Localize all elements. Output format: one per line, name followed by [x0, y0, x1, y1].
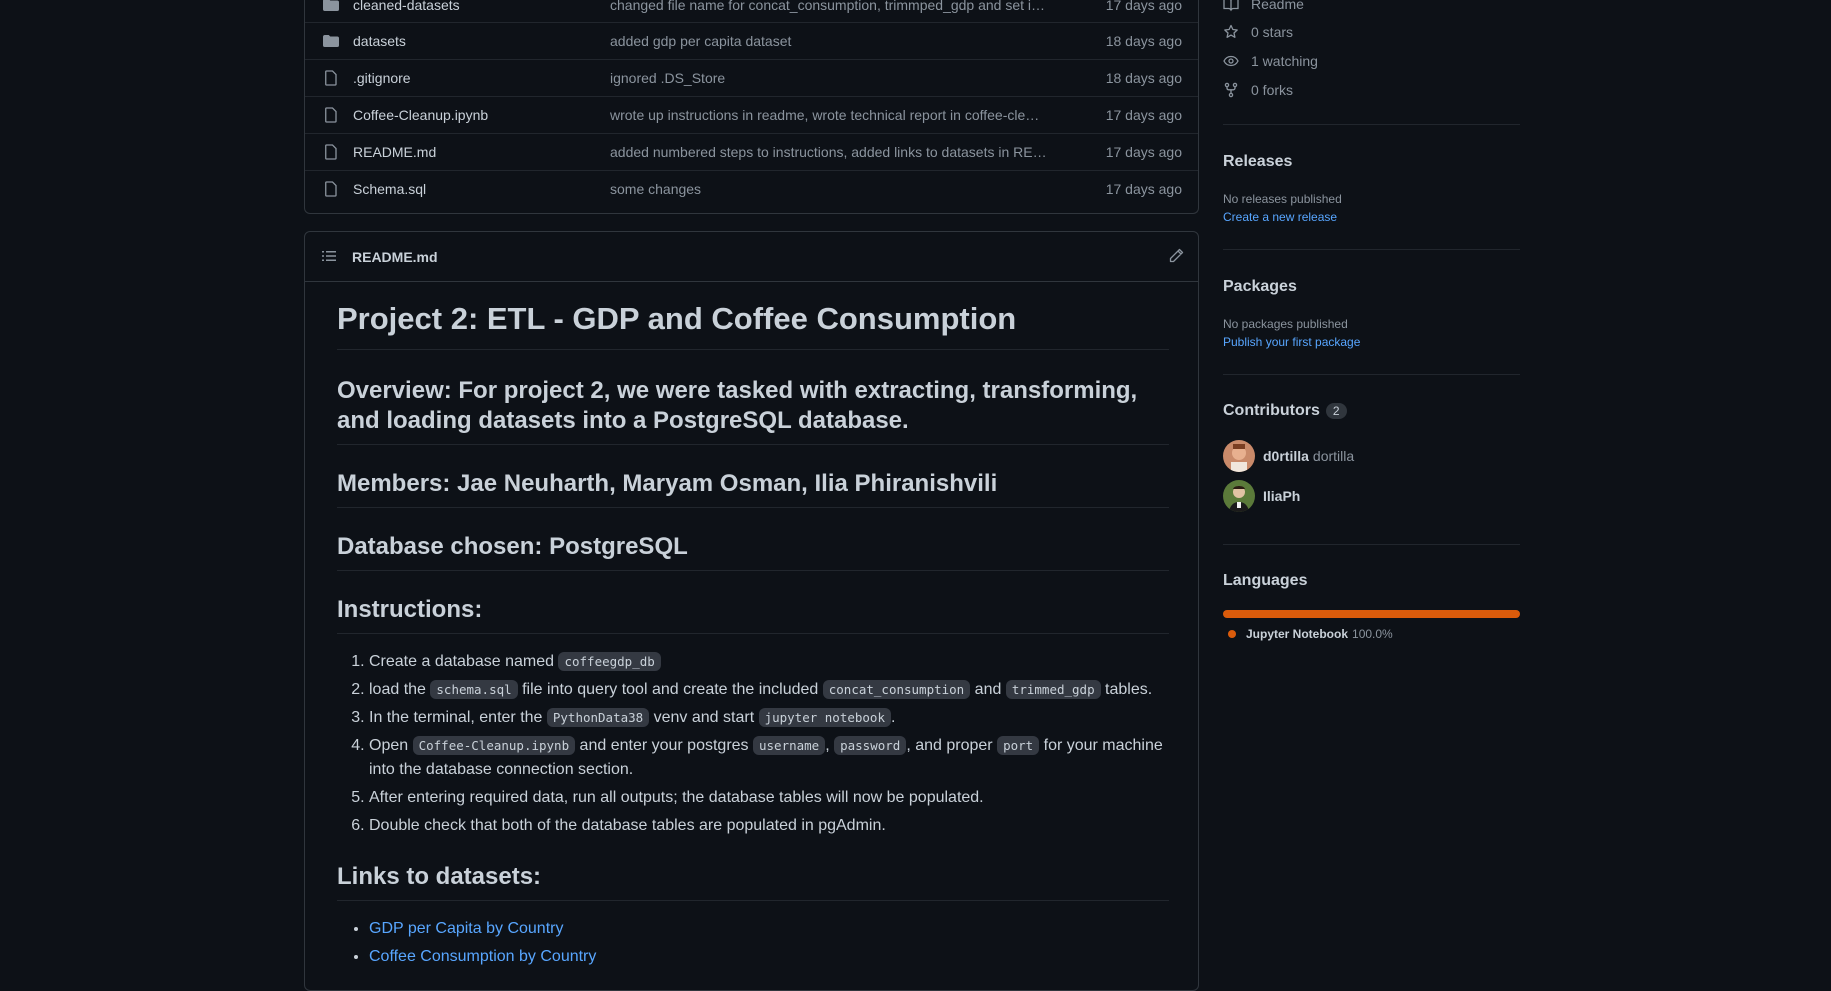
file-row[interactable]: README.md added numbered steps to instru… — [305, 133, 1198, 170]
star-icon — [1223, 24, 1239, 40]
file-icon — [322, 180, 340, 198]
folder-icon — [322, 32, 340, 50]
divider — [1223, 124, 1520, 125]
language-item[interactable]: Jupyter Notebook 100.0% — [1228, 627, 1393, 641]
folder-icon — [322, 0, 340, 14]
readme-content: Project 2: ETL - GDP and Coffee Consumpt… — [337, 282, 1169, 969]
file-row[interactable]: Schema.sql some changes 17 days ago — [305, 170, 1198, 207]
inline-code: Coffee-Cleanup.ipynb — [412, 735, 576, 755]
links-heading: Links to datasets: — [337, 838, 1169, 901]
list-icon[interactable] — [321, 248, 337, 269]
languages-heading: Languages — [1223, 572, 1308, 589]
links-list: GDP per Capita by Country Coffee Consump… — [337, 917, 1169, 969]
commit-message-link[interactable]: added gdp per capita dataset — [610, 33, 1050, 49]
inline-code: jupyter notebook — [758, 707, 891, 727]
stars-link[interactable]: 0 stars — [1223, 24, 1293, 40]
file-name-link[interactable]: Schema.sql — [353, 181, 426, 197]
file-row[interactable]: .gitignore ignored .DS_Store 18 days ago — [305, 59, 1198, 96]
inline-code: username — [753, 735, 826, 755]
packages-heading[interactable]: Packages — [1223, 278, 1297, 296]
file-row[interactable]: cleaned-datasets changed file name for c… — [305, 0, 1198, 22]
readme-filename[interactable]: README.md — [352, 249, 438, 265]
file-icon — [322, 143, 340, 161]
commit-message-link[interactable]: wrote up instructions in readme, wrote t… — [610, 107, 1050, 123]
instructions-heading: Instructions: — [337, 571, 1169, 634]
eye-icon — [1223, 53, 1239, 69]
file-name-link[interactable]: README.md — [353, 144, 436, 160]
file-name-link[interactable]: .gitignore — [353, 70, 411, 86]
inline-code: schema.sql — [430, 679, 518, 699]
dataset-link[interactable]: Coffee Consumption by Country — [369, 948, 596, 965]
file-list: cleaned-datasets changed file name for c… — [304, 0, 1199, 214]
fork-icon — [1223, 82, 1239, 98]
list-item: GDP per Capita by Country — [369, 917, 1169, 941]
file-name-link[interactable]: cleaned-datasets — [353, 0, 460, 13]
inline-code: PythonData38 — [546, 707, 650, 727]
list-item: Double check that both of the database t… — [369, 814, 1169, 838]
file-row[interactable]: datasets added gdp per capita dataset 18… — [305, 22, 1198, 59]
commit-age: 18 days ago — [1105, 33, 1182, 49]
list-item: load the schema.sql file into query tool… — [369, 678, 1169, 702]
file-name-link[interactable]: datasets — [353, 33, 406, 49]
pencil-icon[interactable] — [1168, 248, 1184, 269]
commit-age: 17 days ago — [1105, 107, 1182, 123]
contributor[interactable]: d0rtilla dortilla — [1223, 440, 1354, 472]
create-release-link[interactable]: Create a new release — [1223, 210, 1337, 224]
divider — [1223, 374, 1520, 375]
inline-code: port — [997, 735, 1040, 755]
avatar — [1223, 440, 1255, 472]
inline-code: coffeegdp_db — [558, 651, 661, 671]
language-bar — [1223, 610, 1520, 618]
contributors-heading[interactable]: Contributors 2 — [1223, 402, 1347, 420]
overview-heading: Overview: For project 2, we were tasked … — [337, 350, 1169, 445]
database-heading: Database chosen: PostgreSQL — [337, 508, 1169, 571]
list-item: Create a database named coffeegdp_db — [369, 650, 1169, 674]
forks-link[interactable]: 0 forks — [1223, 82, 1293, 98]
watchers-link[interactable]: 1 watching — [1223, 53, 1318, 69]
commit-message-link[interactable]: some changes — [610, 181, 1050, 197]
commit-message-link[interactable]: changed file name for concat_consumption… — [610, 0, 1050, 13]
publish-package-link[interactable]: Publish your first package — [1223, 335, 1360, 349]
inline-code: password — [834, 735, 907, 755]
releases-heading[interactable]: Releases — [1223, 153, 1292, 171]
readme-panel: README.md Project 2: ETL - GDP and Coffe… — [304, 231, 1199, 991]
contributors-count-badge: 2 — [1325, 402, 1347, 419]
list-item: In the terminal, enter the PythonData38 … — [369, 706, 1169, 730]
releases-empty-text: No releases published — [1223, 192, 1342, 206]
commit-age: 17 days ago — [1105, 0, 1182, 13]
divider — [1223, 249, 1520, 250]
avatar — [1223, 480, 1255, 512]
instructions-list: Create a database named coffeegdp_db loa… — [337, 650, 1169, 838]
divider — [1223, 544, 1520, 545]
file-icon — [322, 69, 340, 87]
readme-link[interactable]: Readme — [1223, 0, 1304, 12]
commit-message-link[interactable]: added numbered steps to instructions, ad… — [610, 144, 1050, 160]
readme-title: Project 2: ETL - GDP and Coffee Consumpt… — [337, 282, 1169, 350]
list-item: After entering required data, run all ou… — [369, 786, 1169, 810]
inline-code: concat_consumption — [822, 679, 971, 699]
file-name-link[interactable]: Coffee-Cleanup.ipynb — [353, 107, 488, 123]
commit-age: 17 days ago — [1105, 144, 1182, 160]
book-icon — [1223, 0, 1239, 12]
contributor[interactable]: IliaPh — [1223, 480, 1300, 512]
members-heading: Members: Jae Neuharth, Maryam Osman, Ili… — [337, 445, 1169, 508]
file-row[interactable]: Coffee-Cleanup.ipynb wrote up instructio… — [305, 96, 1198, 133]
commit-age: 18 days ago — [1105, 70, 1182, 86]
commit-message-link[interactable]: ignored .DS_Store — [610, 70, 1050, 86]
commit-age: 17 days ago — [1105, 181, 1182, 197]
file-icon — [322, 106, 340, 124]
inline-code: trimmed_gdp — [1005, 679, 1101, 699]
list-item: Coffee Consumption by Country — [369, 945, 1169, 969]
language-color-dot — [1228, 630, 1236, 638]
dataset-link[interactable]: GDP per Capita by Country — [369, 920, 563, 937]
packages-empty-text: No packages published — [1223, 317, 1348, 331]
readme-header: README.md — [305, 232, 1198, 282]
list-item: Open Coffee-Cleanup.ipynb and enter your… — [369, 734, 1169, 782]
